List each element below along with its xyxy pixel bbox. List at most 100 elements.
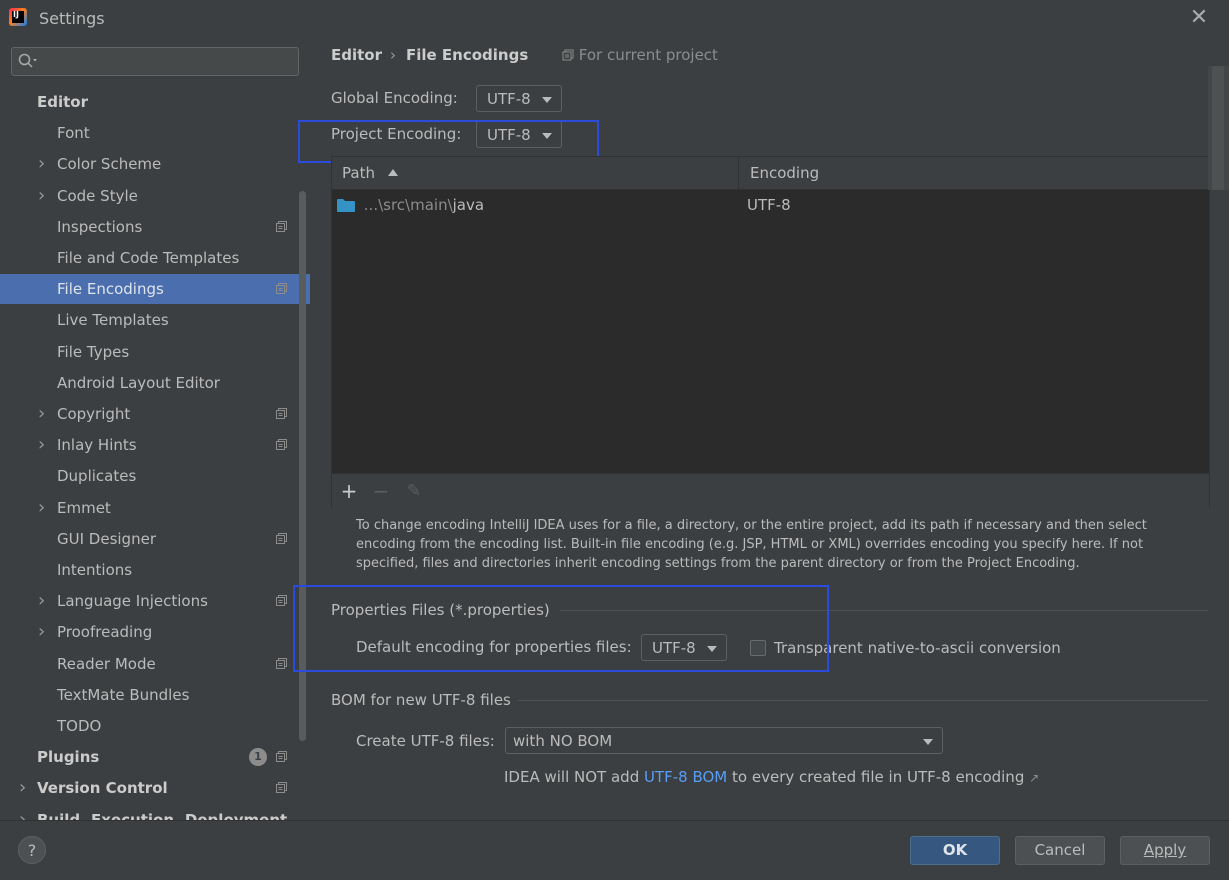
global-encoding-value: UTF-8 [487, 90, 531, 108]
sidebar-item-build-execution-deployment[interactable]: › Build, Execution, Deployment [0, 805, 310, 820]
add-icon[interactable]: + [336, 474, 362, 508]
chevron-right-icon[interactable]: › [19, 805, 31, 820]
main-scrollbar[interactable] [1208, 66, 1229, 190]
sidebar-item-font[interactable]: Font [0, 118, 310, 148]
sidebar-item-duplicates[interactable]: Duplicates [0, 461, 310, 491]
project-scope-icon [276, 533, 287, 544]
sidebar-item-label: TODO [57, 717, 102, 735]
sidebar-item-copyright[interactable]: › Copyright [0, 399, 310, 429]
chevron-down-icon [542, 97, 552, 103]
sidebar-item-label: File Types [57, 343, 130, 361]
search-icon [18, 53, 37, 68]
sidebar-item-intentions[interactable]: Intentions [0, 555, 310, 585]
bom-note-before: IDEA will NOT add [504, 768, 644, 786]
chevron-right-icon[interactable]: › [38, 430, 50, 460]
sidebar-item-label: Language Injections [57, 592, 208, 610]
sidebar-item-inspections[interactable]: Inspections [0, 212, 310, 242]
sidebar-item-file-encodings[interactable]: File Encodings [0, 274, 310, 304]
sidebar-item-textmate-bundles[interactable]: TextMate Bundles [0, 680, 310, 710]
column-divider[interactable] [738, 157, 739, 189]
sidebar-item-file-types[interactable]: File Types [0, 337, 310, 367]
sidebar-item-file-and-code-templates[interactable]: File and Code Templates [0, 243, 310, 273]
utf8-bom-link[interactable]: UTF-8 BOM [644, 768, 727, 786]
sidebar-item-label: Plugins [37, 748, 100, 766]
project-scope-icon [562, 49, 574, 61]
window-title: Settings [39, 9, 105, 28]
sidebar-item-label: Android Layout Editor [57, 374, 220, 392]
sidebar-item-code-style[interactable]: › Code Style [0, 181, 310, 211]
sidebar-item-label: File Encodings [57, 280, 164, 298]
page-title: File Encodings [406, 46, 529, 64]
sidebar-item-label: Proofreading [57, 623, 153, 641]
sidebar-item-label: Copyright [57, 405, 131, 423]
cancel-button[interactable]: Cancel [1015, 836, 1105, 865]
chevron-right-icon[interactable]: › [19, 773, 31, 803]
column-header-path[interactable]: Path [342, 157, 398, 189]
sidebar-item-label: Code Style [57, 187, 138, 205]
sidebar-item-plugins[interactable]: Plugins 1 [0, 742, 310, 772]
sidebar-item-android-layout-editor[interactable]: Android Layout Editor [0, 368, 310, 398]
sidebar-item-color-scheme[interactable]: › Color Scheme [0, 149, 310, 179]
chevron-right-icon[interactable]: › [38, 399, 50, 429]
sidebar-item-label: Version Control [37, 779, 168, 797]
intellij-logo-icon: IJ [9, 8, 27, 26]
chevron-right-icon[interactable]: › [38, 586, 50, 616]
section-divider [518, 700, 1208, 701]
project-scope-icon [276, 408, 287, 419]
help-text: To change encoding IntelliJ IDEA uses fo… [356, 518, 1147, 571]
sidebar-item-label: Inlay Hints [57, 436, 137, 454]
sidebar-item-gui-designer[interactable]: GUI Designer [0, 524, 310, 554]
dialog-footer: ? OK Cancel Apply [0, 820, 1229, 880]
sidebar-item-label: Live Templates [57, 311, 169, 329]
project-scope-icon [276, 283, 287, 294]
for-current-project: For current project [562, 46, 718, 64]
settings-sidebar: Editor Font › Color Scheme › Code Style Inspec… [0, 36, 310, 820]
sidebar-item-editor[interactable]: Editor [0, 87, 310, 117]
breadcrumb-editor[interactable]: Editor [331, 46, 382, 64]
sidebar-item-label: Build, Execution, Deployment [37, 811, 288, 820]
sidebar-item-reader-mode[interactable]: Reader Mode [0, 649, 310, 679]
sidebar-item-label: Font [57, 124, 90, 142]
sort-ascending-icon [387, 169, 398, 176]
project-scope-icon [276, 782, 287, 793]
help-button[interactable]: ? [18, 836, 46, 864]
update-count-badge: 1 [249, 748, 267, 766]
for-current-project-label: For current project [578, 46, 718, 64]
external-link-icon: ↗ [1029, 771, 1040, 785]
ok-button[interactable]: OK [910, 836, 1000, 865]
row-path-prefix: ...\src\main\ [363, 196, 453, 214]
sidebar-item-emmet[interactable]: › Emmet [0, 493, 310, 523]
global-encoding-label: Global Encoding: [331, 89, 458, 107]
project-scope-icon [276, 751, 287, 762]
chevron-right-icon[interactable]: › [38, 181, 50, 211]
close-icon[interactable]: ✕ [1186, 5, 1212, 31]
table-row[interactable]: ...\src\main\java [337, 193, 484, 217]
sidebar-item-label: Reader Mode [57, 655, 156, 673]
sidebar-item-language-injections[interactable]: › Language Injections [0, 586, 310, 616]
sidebar-item-todo[interactable]: TODO [0, 711, 310, 741]
chevron-right-icon[interactable]: › [38, 149, 50, 179]
project-scope-icon [276, 221, 287, 232]
search-input[interactable] [11, 47, 299, 76]
column-header-encoding[interactable]: Encoding [750, 157, 819, 189]
global-encoding-select[interactable]: UTF-8 [476, 85, 562, 112]
sidebar-item-version-control[interactable]: › Version Control [0, 773, 310, 803]
main-panel: Editor › File Encodings For current proj… [293, 36, 1229, 820]
apply-button[interactable]: Apply [1120, 836, 1210, 865]
sidebar-item-inlay-hints[interactable]: › Inlay Hints [0, 430, 310, 460]
sidebar-item-label: File and Code Templates [57, 249, 240, 267]
remove-icon[interactable]: − [368, 474, 394, 508]
sidebar-item-live-templates[interactable]: Live Templates [0, 305, 310, 335]
sidebar-item-label: Color Scheme [57, 155, 162, 173]
sidebar-item-label: Editor [37, 93, 88, 111]
chevron-down-icon [923, 739, 933, 745]
create-utf8-select[interactable]: with NO BOM [505, 727, 943, 754]
title-bar: IJ Settings ✕ [0, 0, 1229, 36]
sidebar-item-proofreading[interactable]: › Proofreading [0, 617, 310, 647]
chevron-right-icon[interactable]: › [38, 617, 50, 647]
edit-icon[interactable]: ✎ [401, 474, 427, 508]
bom-note-after: to every created file in UTF-8 encoding [727, 768, 1025, 786]
chevron-right-icon[interactable]: › [38, 493, 50, 523]
sidebar-item-label: Intentions [57, 561, 133, 579]
row-encoding-cell[interactable]: UTF-8 [747, 193, 791, 217]
